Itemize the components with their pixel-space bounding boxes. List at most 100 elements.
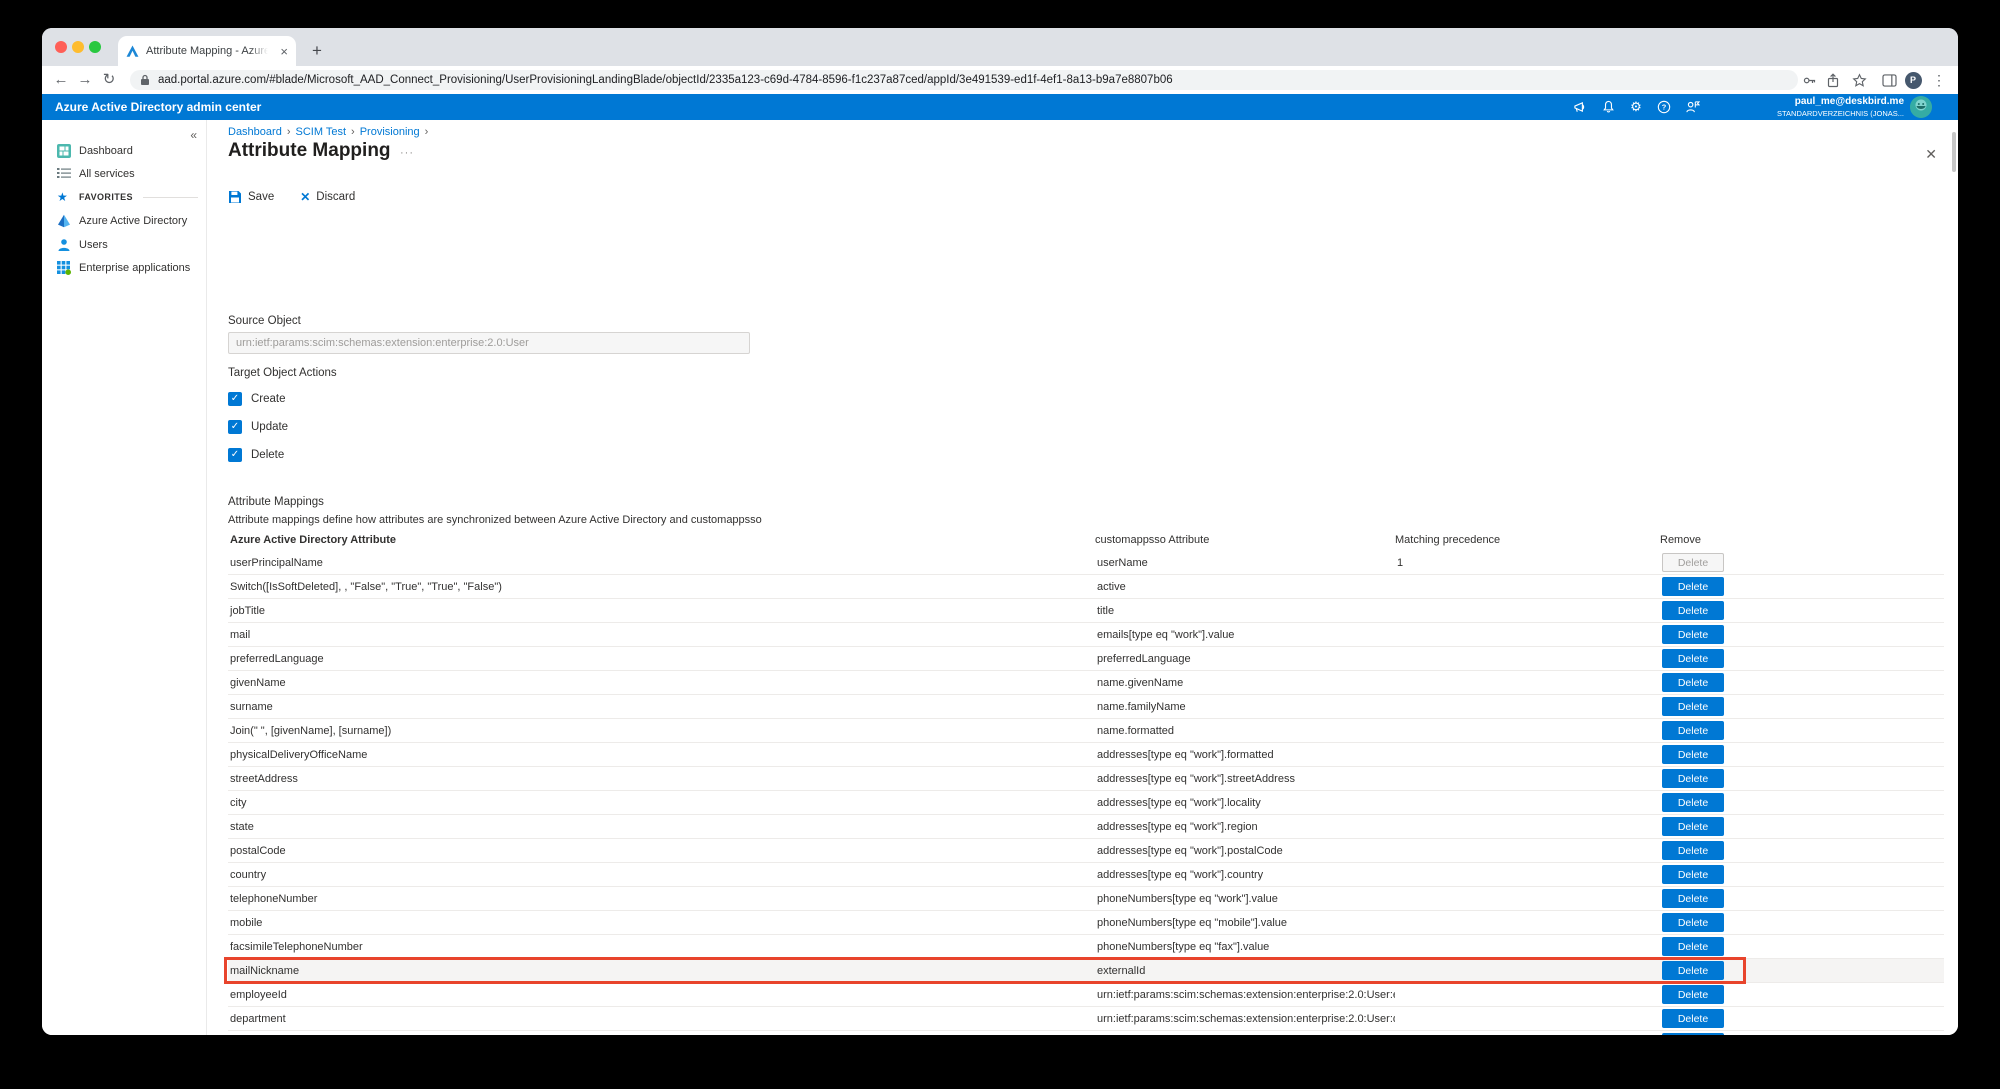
sidebar-item-azure-active-directory[interactable]: Azure Active Directory: [42, 210, 206, 232]
row-delete-button[interactable]: Delete: [1662, 961, 1724, 980]
mapping-row[interactable]: mailNicknameexternalIdDelete: [228, 959, 1944, 983]
mapping-row[interactable]: telephoneNumberphoneNumbers[type eq "wor…: [228, 887, 1944, 911]
side-panel-icon[interactable]: [1878, 69, 1900, 91]
row-delete-button[interactable]: Delete: [1662, 1033, 1724, 1035]
browser-menu-icon[interactable]: ⋮: [1928, 69, 1950, 91]
mapping-row[interactable]: stateaddresses[type eq "work"].regionDel…: [228, 815, 1944, 839]
remove-cell: Delete: [1660, 1009, 1944, 1028]
mapping-row[interactable]: postalCodeaddresses[type eq "work"].post…: [228, 839, 1944, 863]
sidebar-item-users[interactable]: Users: [42, 234, 206, 256]
tab-close-icon[interactable]: ×: [280, 44, 288, 59]
row-delete-button[interactable]: Delete: [1662, 601, 1724, 620]
feedback-icon[interactable]: [1682, 98, 1702, 116]
mapping-row[interactable]: departmenturn:ietf:params:scim:schemas:e…: [228, 1007, 1944, 1031]
row-delete-button[interactable]: Delete: [1662, 625, 1724, 644]
breadcrumb-scim-test[interactable]: SCIM Test: [296, 126, 347, 138]
remove-cell: Delete: [1660, 769, 1944, 788]
mapping-row[interactable]: preferredLanguagepreferredLanguageDelete: [228, 647, 1944, 671]
delete-checkbox[interactable]: ✓: [228, 448, 242, 462]
mapping-row[interactable]: facsimileTelephoneNumberphoneNumbers[typ…: [228, 935, 1944, 959]
forward-icon[interactable]: →: [74, 69, 96, 91]
row-delete-button[interactable]: Delete: [1662, 673, 1724, 692]
app-attribute-cell: addresses[type eq "work"].streetAddress: [1095, 773, 1395, 785]
mapping-row[interactable]: cityaddresses[type eq "work"].localityDe…: [228, 791, 1944, 815]
remove-cell: Delete: [1660, 697, 1944, 716]
macos-zoom-button[interactable]: [89, 41, 101, 53]
create-checkbox[interactable]: ✓: [228, 392, 242, 406]
user-avatar[interactable]: [1910, 96, 1932, 118]
svg-text:?: ?: [1662, 103, 1667, 112]
account-info[interactable]: paul_me@deskbird.me STANDARDVERZEICHNIS …: [1777, 96, 1904, 118]
new-tab-button[interactable]: +: [304, 38, 330, 64]
sidebar-item-label: Enterprise applications: [79, 262, 190, 274]
help-icon[interactable]: ?: [1654, 98, 1674, 116]
address-bar[interactable]: aad.portal.azure.com/#blade/Microsoft_AA…: [130, 70, 1798, 90]
row-delete-button[interactable]: Delete: [1662, 937, 1724, 956]
app-attribute-cell: addresses[type eq "work"].region: [1095, 821, 1395, 833]
row-delete-button[interactable]: Delete: [1662, 817, 1724, 836]
row-delete-button[interactable]: Delete: [1662, 1009, 1724, 1028]
title-context-menu-icon[interactable]: ···: [400, 147, 414, 159]
row-delete-button[interactable]: Delete: [1662, 769, 1724, 788]
mapping-row[interactable]: Join(" ", [givenName], [surname])name.fo…: [228, 719, 1944, 743]
notifications-bell-icon[interactable]: [1598, 98, 1618, 116]
remove-cell: Delete: [1660, 985, 1944, 1004]
settings-gear-icon[interactable]: ⚙: [1626, 98, 1646, 116]
row-delete-button[interactable]: Delete: [1662, 745, 1724, 764]
app-attribute-cell: addresses[type eq "work"].country: [1095, 869, 1395, 881]
row-delete-button[interactable]: Delete: [1662, 793, 1724, 812]
favorites-label: FAVORITES: [79, 192, 133, 202]
mapping-row[interactable]: Switch([IsSoftDeleted], , "False", "True…: [228, 575, 1944, 599]
mapping-row[interactable]: jobTitletitleDelete: [228, 599, 1944, 623]
remove-cell: Delete: [1660, 601, 1944, 620]
row-delete-button[interactable]: Delete: [1662, 697, 1724, 716]
discard-button[interactable]: ✕ Discard: [300, 190, 355, 204]
macos-close-button[interactable]: [55, 41, 67, 53]
sidebar-item-all-services[interactable]: All services: [42, 163, 206, 185]
save-button[interactable]: Save: [228, 190, 274, 204]
mapping-row[interactable]: surnamename.familyNameDelete: [228, 695, 1944, 719]
mapping-row[interactable]: streetAddressaddresses[type eq "work"].s…: [228, 767, 1944, 791]
macos-minimize-button[interactable]: [72, 41, 84, 53]
row-delete-button[interactable]: Delete: [1662, 577, 1724, 596]
mapping-row[interactable]: employeeIdurn:ietf:params:scim:schemas:e…: [228, 983, 1944, 1007]
password-key-icon[interactable]: [1798, 69, 1820, 91]
mapping-row[interactable]: mobilephoneNumbers[type eq "mobile"].val…: [228, 911, 1944, 935]
browser-profile-avatar[interactable]: P: [1902, 69, 1924, 91]
row-delete-button[interactable]: Delete: [1662, 721, 1724, 740]
row-delete-button[interactable]: Delete: [1662, 865, 1724, 884]
back-icon[interactable]: ←: [50, 69, 72, 91]
row-delete-button[interactable]: Delete: [1662, 889, 1724, 908]
app-attribute-cell: externalId: [1095, 965, 1395, 977]
sidebar-item-dashboard[interactable]: Dashboard: [42, 140, 206, 162]
mapping-row[interactable]: physicalDeliveryOfficeNameaddresses[type…: [228, 743, 1944, 767]
row-delete-button[interactable]: Delete: [1662, 985, 1724, 1004]
row-delete-button[interactable]: Delete: [1662, 913, 1724, 932]
row-delete-button[interactable]: Delete: [1662, 649, 1724, 668]
padlock-icon: [140, 74, 150, 86]
row-delete-button[interactable]: Delete: [1662, 841, 1724, 860]
mapping-row[interactable]: givenNamename.givenNameDelete: [228, 671, 1944, 695]
blade-close-icon[interactable]: ✕: [1925, 146, 1937, 163]
breadcrumb-provisioning[interactable]: Provisioning: [360, 126, 420, 138]
mapping-row[interactable]: managerurn:ietf:params:scim:schemas:exte…: [228, 1031, 1944, 1035]
remove-cell: Delete: [1660, 817, 1944, 836]
column-header-azure-attribute: Azure Active Directory Attribute: [228, 534, 1095, 546]
whats-new-icon[interactable]: [1570, 98, 1590, 116]
reload-icon[interactable]: ↻: [98, 69, 120, 91]
scrollbar-thumb[interactable]: [1952, 132, 1956, 172]
app-attribute-cell: phoneNumbers[type eq "mobile"].value: [1095, 917, 1395, 929]
bookmark-star-icon[interactable]: [1848, 69, 1870, 91]
mapping-row[interactable]: userPrincipalNameuserName1Delete: [228, 551, 1944, 575]
source-object-input[interactable]: urn:ietf:params:scim:schemas:extension:e…: [228, 332, 750, 354]
browser-tab[interactable]: Attribute Mapping - Azure Acti ×: [118, 36, 296, 66]
attribute-mappings-description: Attribute mappings define how attributes…: [228, 514, 762, 526]
sidebar-item-enterprise-applications[interactable]: Enterprise applications: [42, 257, 206, 279]
share-icon[interactable]: [1822, 69, 1844, 91]
breadcrumb-dashboard[interactable]: Dashboard: [228, 126, 282, 138]
mapping-row[interactable]: mailemails[type eq "work"].valueDelete: [228, 623, 1944, 647]
app-attribute-cell: userName: [1095, 557, 1395, 569]
update-checkbox[interactable]: ✓: [228, 420, 242, 434]
dashboard-icon: [57, 144, 71, 158]
mapping-row[interactable]: countryaddresses[type eq "work"].country…: [228, 863, 1944, 887]
